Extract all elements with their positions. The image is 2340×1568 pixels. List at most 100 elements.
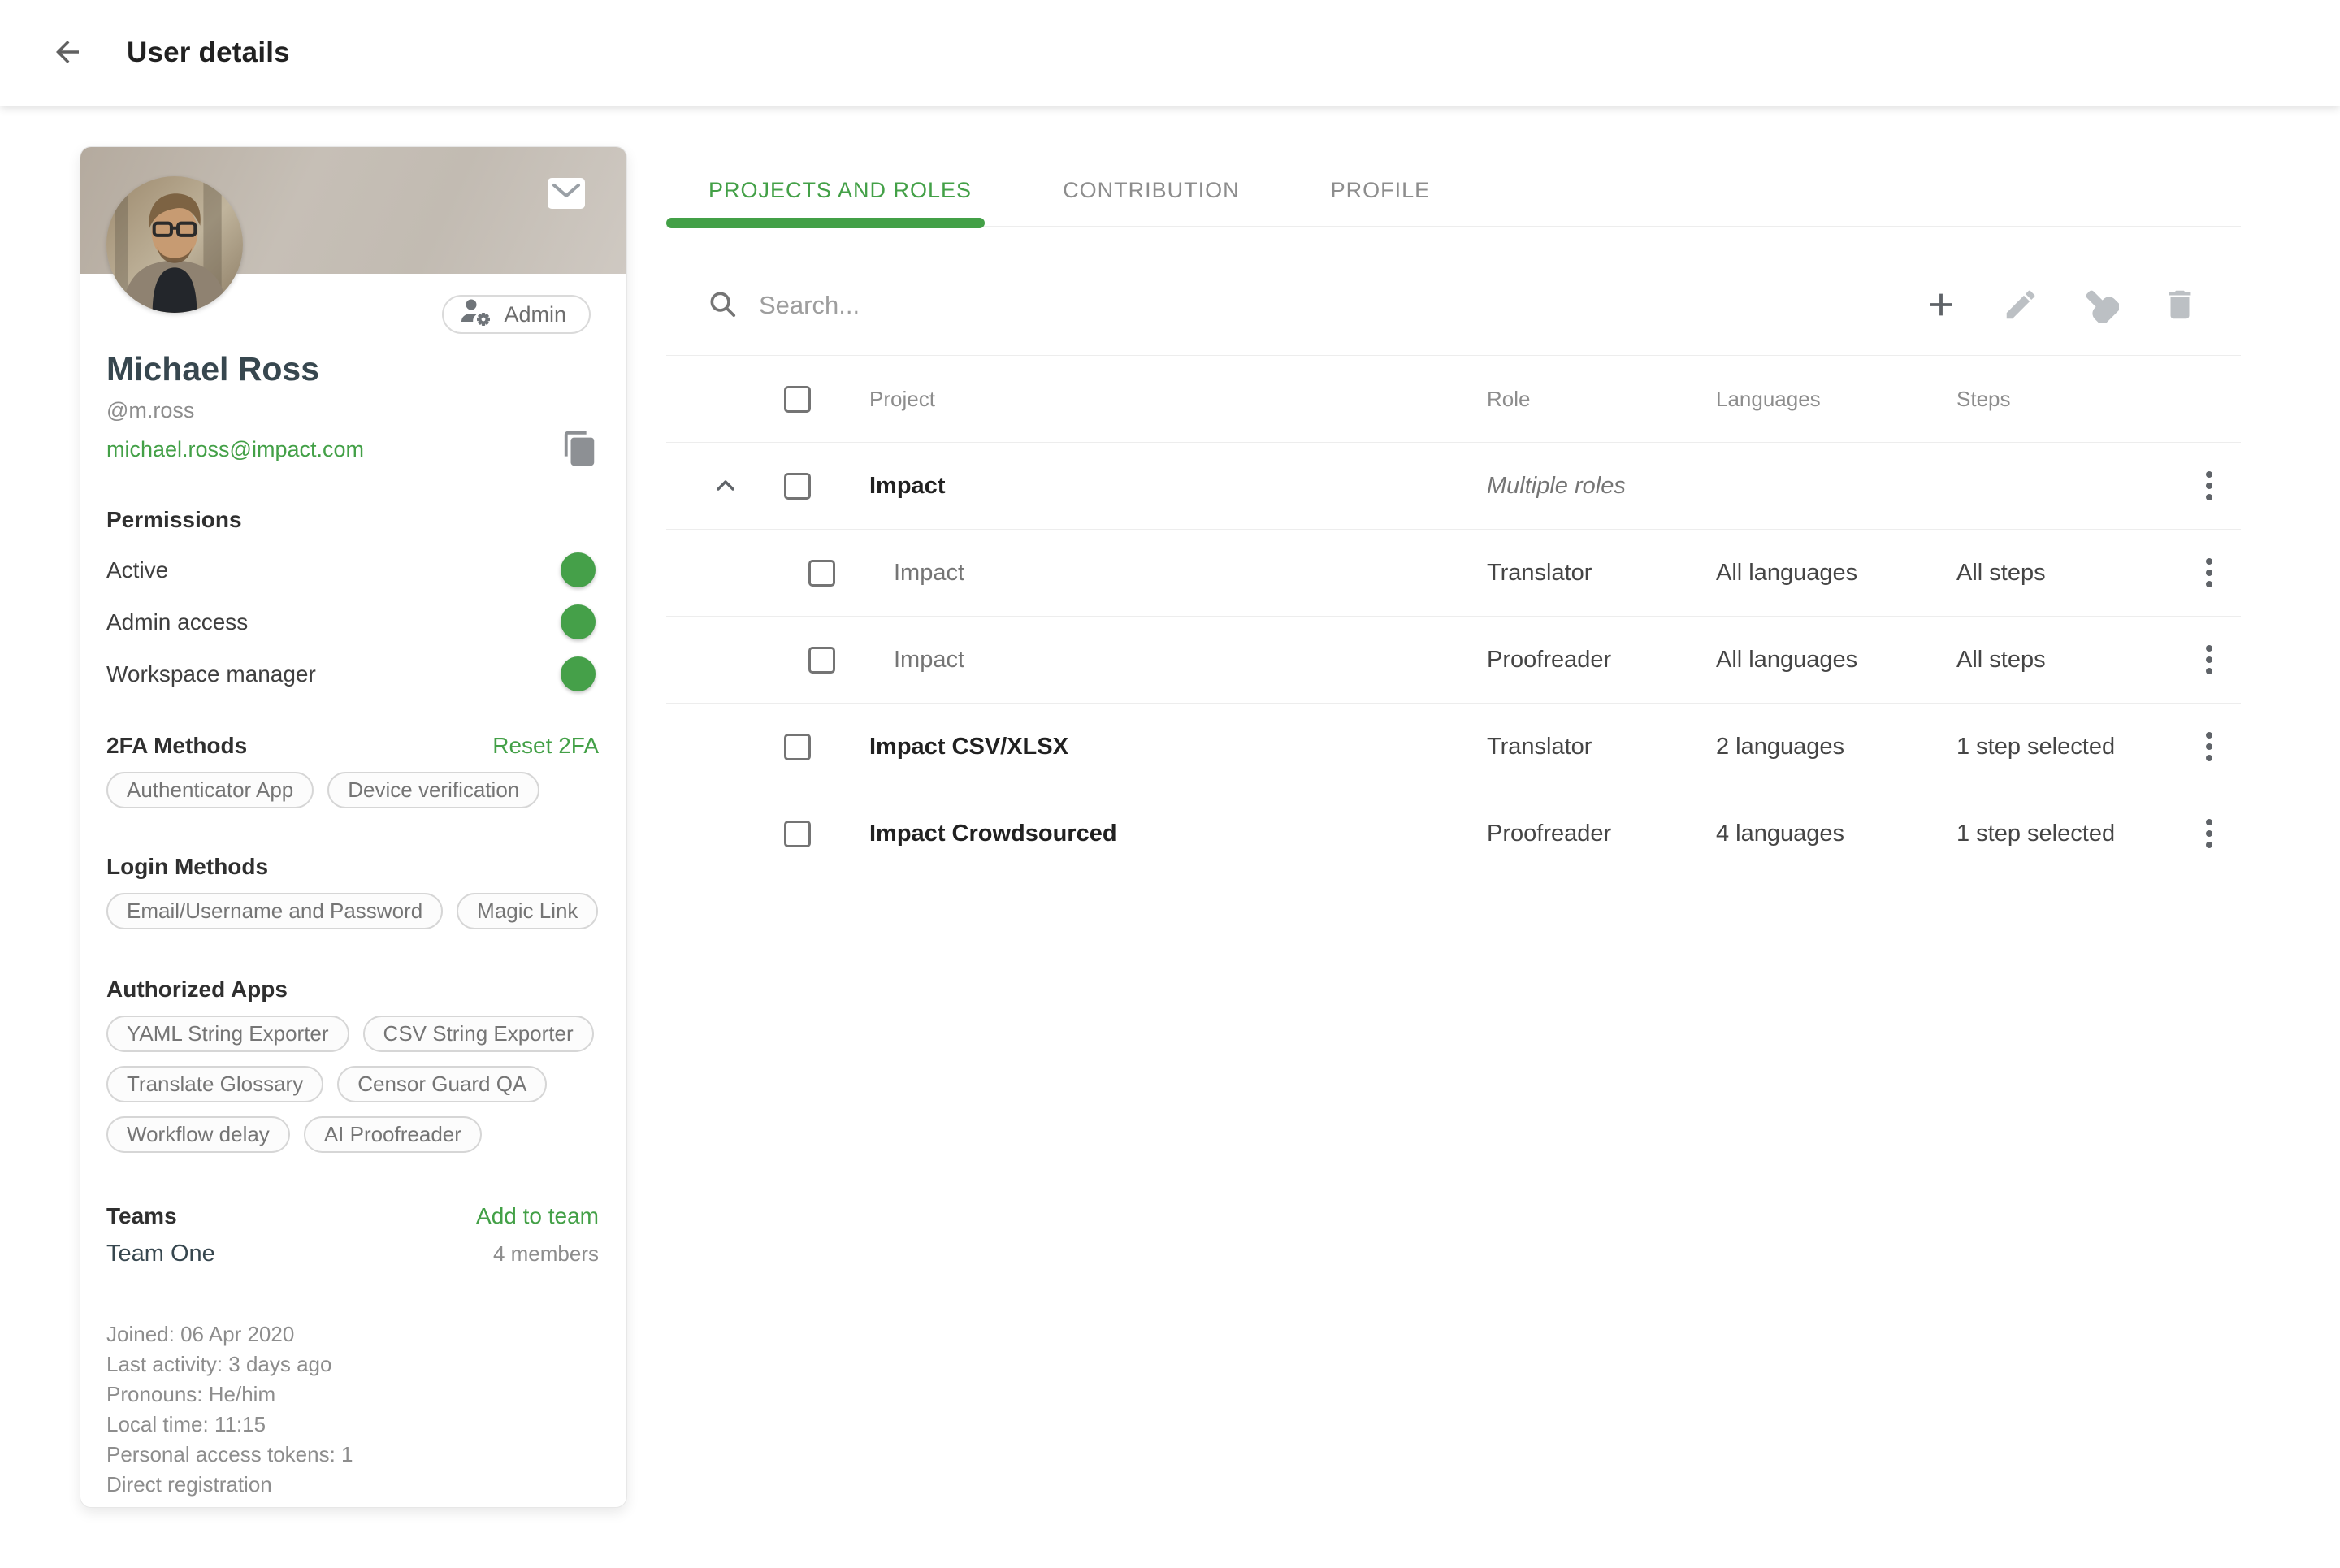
column-header-languages: Languages	[1716, 387, 1956, 412]
column-header-steps: Steps	[1956, 387, 2178, 412]
authorized-apps-title: Authorized Apps	[106, 977, 599, 1003]
twofa-title: 2FA Methods	[106, 733, 247, 759]
project-role: Multiple roles	[1487, 473, 1716, 500]
select-all-checkbox[interactable]	[784, 386, 811, 413]
table-row-child: Impact Proofreader All languages All ste…	[666, 617, 2241, 704]
twofa-chips: Authenticator App Device verification	[106, 772, 599, 808]
reset-2fa-link[interactable]: Reset 2FA	[492, 733, 599, 759]
active-tab-indicator	[666, 218, 985, 228]
permission-label: Workspace manager	[106, 661, 316, 687]
project-languages: 4 languages	[1716, 821, 1956, 847]
project-name: Impact	[869, 647, 1487, 674]
project-steps: 1 step selected	[1956, 821, 2178, 847]
avatar	[106, 176, 243, 313]
back-button[interactable]	[50, 35, 84, 71]
user-details-screen: User details	[0, 0, 2340, 1568]
table-row-group: Impact Multiple roles	[666, 443, 2241, 530]
project-role: Proofreader	[1487, 821, 1716, 847]
permission-label: Admin access	[106, 609, 248, 635]
row-checkbox[interactable]	[784, 473, 811, 500]
page-title: User details	[127, 37, 290, 69]
user-email-link[interactable]: michael.ross@impact.com	[106, 437, 364, 462]
copy-email-button[interactable]	[561, 430, 599, 470]
login-methods-title: Login Methods	[106, 854, 599, 880]
row-menu-button[interactable]	[2201, 814, 2217, 853]
meta-local-time: Local time: 11:15	[106, 1410, 599, 1440]
table-row: Impact Crowdsourced Proofreader 4 langua…	[666, 790, 2241, 877]
project-role: Translator	[1487, 734, 1716, 760]
login-method-chips: Email/Username and Password Magic Link	[106, 893, 599, 929]
table-row-child: Impact Translator All languages All step…	[666, 530, 2241, 617]
workspace-manager-toggle[interactable]	[540, 663, 591, 686]
row-checkbox[interactable]	[784, 821, 811, 847]
project-role: Translator	[1487, 560, 1716, 587]
tab-projects-and-roles[interactable]: PROJECTS AND ROLES	[708, 178, 972, 203]
meta-last-activity: Last activity: 3 days ago	[106, 1349, 599, 1380]
clean-button[interactable]	[2082, 286, 2119, 326]
add-project-button[interactable]	[1922, 286, 1960, 326]
tab-profile[interactable]: PROFILE	[1331, 178, 1431, 203]
user-meta: Joined: 06 Apr 2020 Last activity: 3 day…	[106, 1319, 599, 1500]
tab-bar: PROJECTS AND ROLES CONTRIBUTION PROFILE	[666, 153, 2241, 227]
table-row: Impact CSV/XLSX Translator 2 languages 1…	[666, 704, 2241, 790]
project-languages: All languages	[1716, 647, 1956, 674]
edit-button[interactable]	[2002, 286, 2039, 326]
row-menu-button[interactable]	[2201, 640, 2217, 679]
twofa-method-chip: Authenticator App	[106, 772, 314, 808]
authorized-app-chips: YAML String Exporter CSV String Exporter…	[106, 1016, 599, 1153]
project-name: Impact Crowdsourced	[869, 821, 1487, 847]
authorized-app-chip: Workflow delay	[106, 1116, 290, 1153]
row-menu-button[interactable]	[2201, 727, 2217, 766]
meta-access-tokens: Personal access tokens: 1	[106, 1440, 599, 1470]
authorized-app-chip: Censor Guard QA	[337, 1066, 547, 1102]
role-badge-label: Admin	[504, 302, 566, 327]
user-name: Michael Ross	[106, 350, 599, 388]
trash-icon	[2161, 286, 2199, 326]
twofa-method-chip: Device verification	[327, 772, 540, 808]
authorized-app-chip: AI Proofreader	[304, 1116, 482, 1153]
project-role: Proofreader	[1487, 647, 1716, 674]
meta-joined: Joined: 06 Apr 2020	[106, 1319, 599, 1349]
add-to-team-link[interactable]: Add to team	[476, 1203, 599, 1229]
permission-row-admin-access: Admin access	[106, 596, 599, 648]
authorized-app-chip: CSV String Exporter	[363, 1016, 594, 1052]
mail-icon	[547, 176, 586, 213]
team-members-count: 4 members	[493, 1241, 599, 1267]
permissions-title: Permissions	[106, 507, 599, 533]
tab-contribution[interactable]: CONTRIBUTION	[1063, 178, 1240, 203]
plus-icon	[1922, 286, 1960, 326]
row-checkbox[interactable]	[784, 734, 811, 760]
top-bar: User details	[0, 0, 2340, 106]
permission-label: Active	[106, 557, 168, 583]
active-toggle[interactable]	[540, 559, 591, 582]
row-checkbox[interactable]	[808, 560, 835, 587]
project-name: Impact CSV/XLSX	[869, 734, 1487, 760]
copy-icon	[561, 430, 599, 470]
project-name: Impact	[869, 560, 1487, 587]
authorized-app-chip: YAML String Exporter	[106, 1016, 349, 1052]
collapse-row-button[interactable]	[712, 472, 739, 500]
project-languages: All languages	[1716, 560, 1956, 587]
team-row: Team One 4 members	[106, 1241, 599, 1267]
user-card: Admin Michael Ross @m.ross michael.ross@…	[80, 146, 627, 1508]
row-menu-button[interactable]	[2201, 466, 2217, 505]
project-steps: All steps	[1956, 647, 2178, 674]
search-input[interactable]	[759, 291, 1490, 320]
row-checkbox[interactable]	[808, 647, 835, 674]
projects-toolbar	[666, 268, 2241, 343]
pencil-icon	[2002, 286, 2039, 326]
back-arrow-icon	[50, 35, 84, 71]
login-method-chip: Magic Link	[457, 893, 598, 929]
meta-registration: Direct registration	[106, 1470, 599, 1500]
project-steps: All steps	[1956, 560, 2178, 587]
delete-button[interactable]	[2161, 286, 2199, 326]
permission-row-active: Active	[106, 544, 599, 596]
table-header-row: Project Role Languages Steps	[666, 356, 2241, 443]
user-handle: @m.ross	[106, 398, 599, 423]
row-menu-button[interactable]	[2201, 553, 2217, 592]
send-email-button[interactable]	[547, 176, 586, 213]
admin-person-gear-icon	[460, 297, 492, 332]
project-languages: 2 languages	[1716, 734, 1956, 760]
admin-access-toggle[interactable]	[540, 611, 591, 634]
projects-table: Project Role Languages Steps Impact Mult…	[666, 355, 2241, 877]
